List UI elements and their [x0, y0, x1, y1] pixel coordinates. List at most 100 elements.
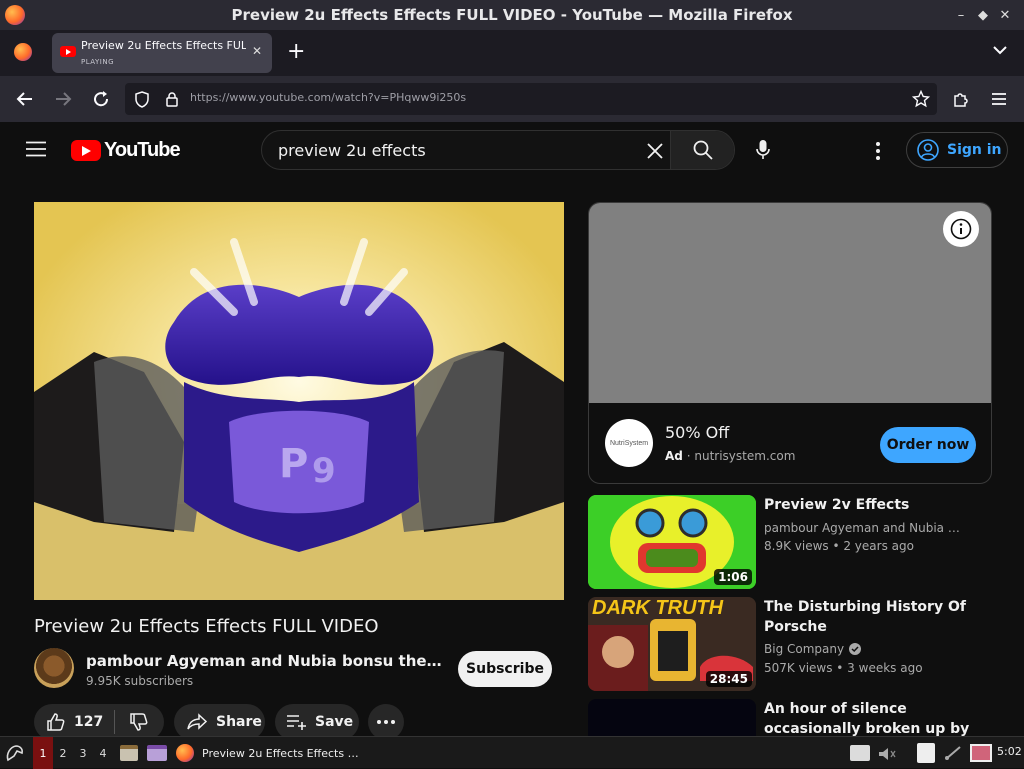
minimize-button[interactable]: – [950, 4, 972, 26]
workspace-3[interactable]: 3 [73, 737, 93, 769]
recommendation-channel[interactable]: Big Company [764, 642, 844, 656]
clipboard-icon[interactable] [917, 743, 935, 763]
ad-domain: nutrisystem.com [694, 449, 796, 463]
share-arrow-icon [187, 713, 208, 730]
like-count: 127 [74, 714, 104, 730]
desktop-taskbar: 1 2 3 4 Preview 2u Effects Effects FULL … [0, 736, 1024, 769]
tab-playing-label: PLAYING [81, 58, 115, 66]
settings-kebab-icon[interactable] [875, 142, 881, 164]
save-label: Save [315, 714, 354, 730]
sign-in-label: Sign in [947, 142, 1002, 158]
screenshot-tool-icon[interactable] [970, 744, 992, 762]
search-button[interactable] [670, 131, 734, 169]
firefox-view-icon[interactable] [14, 43, 32, 61]
search-input[interactable]: preview 2u effects [278, 141, 426, 160]
tab-strip: Preview 2u Effects Effects FULL VIDEO - … [0, 30, 1024, 76]
dislike-button[interactable] [115, 704, 163, 740]
tab-title: Preview 2u Effects Effects FULL VIDEO - … [81, 39, 246, 52]
start-menu-icon[interactable] [4, 742, 26, 764]
svg-text:9: 9 [312, 451, 336, 491]
voice-search-button[interactable] [743, 130, 783, 170]
firefox-icon [5, 5, 25, 25]
youtube-masthead: YouTube preview 2u effects Sign in [0, 122, 1024, 178]
recommendation-title[interactable]: An hour of silence occasionally broken u… [764, 699, 974, 739]
channel-name[interactable]: pambour Agyeman and Nubia bonsu the obje… [86, 652, 442, 670]
account-icon [917, 139, 939, 161]
url-bar[interactable]: https://www.youtube.com/watch?v=PHqww9i2… [125, 83, 937, 115]
search-box[interactable]: preview 2u effects [261, 130, 735, 170]
close-window-button[interactable]: ✕ [994, 4, 1016, 26]
bookmark-star-icon[interactable] [911, 89, 931, 112]
navigation-toolbar: https://www.youtube.com/watch?v=PHqww9i2… [0, 76, 1024, 122]
share-button[interactable]: Share [174, 704, 265, 740]
like-button[interactable]: 127 [34, 704, 114, 740]
recommendation-thumbnail[interactable] [588, 699, 756, 736]
recommendation-thumbnail[interactable]: DARK TRUTH 28:45 [588, 597, 756, 691]
thumbs-up-icon [47, 713, 65, 731]
ad-info-button[interactable] [943, 211, 979, 247]
url-text[interactable]: https://www.youtube.com/watch?v=PHqww9i2… [190, 91, 466, 104]
save-playlist-icon [287, 715, 306, 730]
youtube-logo[interactable]: YouTube [71, 139, 181, 162]
ad-separator: · [686, 449, 691, 463]
clock: 5:02 [997, 745, 1022, 758]
video-frame: P 9 [34, 202, 564, 600]
sign-in-button[interactable]: Sign in [906, 132, 1008, 168]
info-icon [950, 218, 972, 240]
subscribe-button[interactable]: Subscribe [458, 651, 552, 687]
search-icon [693, 140, 713, 160]
youtube-logo-text: YouTube [104, 139, 181, 161]
app-menu-hamburger-icon[interactable] [985, 85, 1013, 113]
recommendation-meta: 8.9K views • 2 years ago [764, 539, 914, 553]
more-actions-button[interactable] [368, 704, 404, 740]
more-horizontal-icon [377, 720, 395, 724]
tab-close-button[interactable]: ✕ [252, 44, 262, 58]
guide-menu-icon[interactable] [26, 141, 46, 161]
extensions-puzzle-icon[interactable] [947, 85, 975, 113]
youtube-favicon-icon [60, 46, 76, 57]
window-title: Preview 2u Effects Effects FULL VIDEO - … [231, 6, 793, 24]
taskbar-window-firefox[interactable]: Preview 2u Effects Effects FULL VIDEO - … [176, 737, 362, 769]
ad-headline: 50% Off [665, 423, 730, 442]
share-label: Share [216, 714, 262, 730]
volume-icon[interactable] [878, 746, 896, 765]
workspace-2[interactable]: 2 [53, 737, 73, 769]
recommendation-title[interactable]: Preview 2v Effects [764, 495, 974, 515]
network-icon[interactable] [944, 745, 962, 765]
tab-youtube[interactable]: Preview 2u Effects Effects FULL VIDEO - … [52, 33, 272, 73]
list-all-tabs-icon[interactable] [992, 42, 1008, 62]
thumbs-down-icon [130, 713, 148, 731]
video-player[interactable]: P 9 [34, 202, 564, 600]
back-icon[interactable] [11, 85, 39, 113]
tracking-protection-shield-icon[interactable] [134, 91, 150, 112]
ad-brand-logo: NutriSystem [605, 419, 653, 467]
lock-icon[interactable] [165, 92, 179, 111]
ad-media[interactable] [589, 203, 991, 403]
youtube-logo-icon [71, 140, 101, 161]
clear-search-icon[interactable] [646, 142, 664, 164]
microphone-icon [756, 140, 770, 159]
save-button[interactable]: Save [275, 704, 359, 740]
recommendation-channel[interactable]: pambour Agyeman and Nubia bonsu the obje… [764, 521, 964, 535]
workspace-4[interactable]: 4 [93, 737, 113, 769]
taskbar-window-title: Preview 2u Effects Effects FULL VIDEO - … [202, 746, 362, 760]
file-manager-launcher-icon[interactable] [120, 745, 138, 761]
svg-text:P: P [279, 441, 308, 487]
ad-order-now-button[interactable]: Order now [880, 427, 976, 463]
firefox-taskbar-icon [176, 744, 194, 762]
maximize-button[interactable]: ◆ [972, 4, 994, 26]
terminal-launcher-icon[interactable] [147, 745, 167, 761]
thumbnail-overlay-text: DARK TRUTH [592, 597, 724, 619]
removable-drive-icon[interactable] [850, 745, 870, 761]
reload-icon[interactable] [87, 85, 115, 113]
workspace-1[interactable]: 1 [33, 737, 53, 769]
recommendation-thumbnail[interactable]: 1:06 [588, 495, 756, 589]
channel-avatar[interactable] [34, 648, 74, 688]
ad-brand-logo-text: NutriSystem [609, 439, 649, 447]
subscriber-count: 9.95K subscribers [86, 674, 194, 688]
forward-icon[interactable] [49, 85, 77, 113]
verified-badge-icon [849, 643, 862, 655]
new-tab-button[interactable]: + [287, 39, 305, 64]
recommendation-title[interactable]: The Disturbing History Of Porsche [764, 597, 974, 637]
recommendation-meta: 507K views • 3 weeks ago [764, 661, 923, 675]
